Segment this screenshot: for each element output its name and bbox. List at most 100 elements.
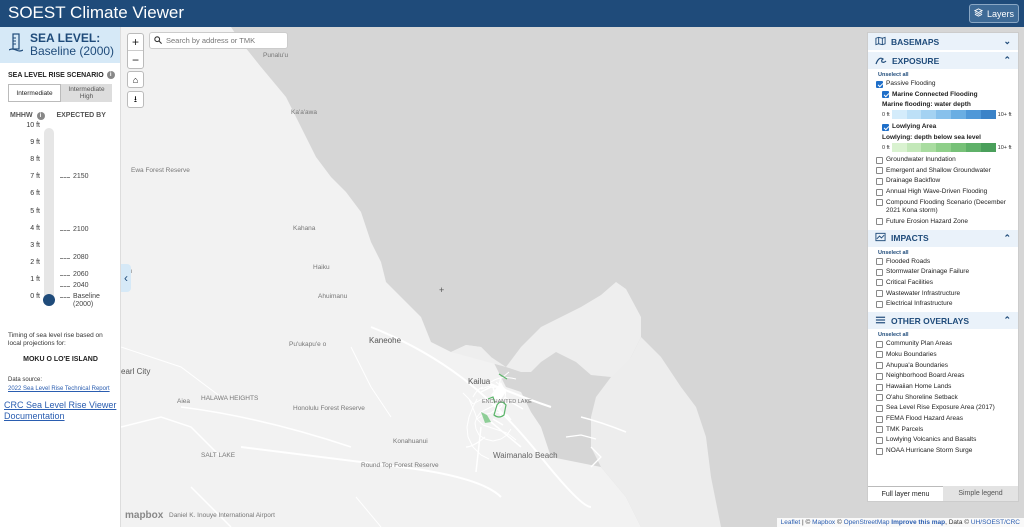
sea-level-tick[interactable]: 9 ft (12, 139, 40, 146)
tab-full-layer-menu[interactable]: Full layer menu (868, 486, 943, 501)
sea-level-tick[interactable]: 1 ft (12, 276, 40, 283)
info-icon[interactable]: i (36, 112, 45, 120)
layer-item[interactable]: Lowlying Volcanics and Basalts (876, 436, 1018, 444)
checkbox[interactable] (882, 123, 889, 131)
tab-simple-legend[interactable]: Simple legend (943, 486, 1018, 501)
year-marker[interactable]: 2100 (60, 226, 89, 233)
sea-level-tick[interactable]: 10 ft (12, 122, 40, 129)
sea-level-tick[interactable]: 5 ft (12, 208, 40, 215)
checkbox[interactable] (876, 279, 883, 287)
checkbox[interactable] (876, 383, 883, 391)
search-input[interactable]: Search by address or TMK (166, 36, 255, 45)
basemaps-header[interactable]: BASEMAPS ⌄ (868, 33, 1018, 50)
layer-item[interactable]: Moku Boundaries (876, 351, 1018, 359)
checkbox[interactable] (876, 415, 883, 423)
checkbox[interactable] (876, 447, 883, 455)
layer-item[interactable]: Community Plan Areas (876, 340, 1018, 348)
layer-item[interactable]: Neighborhood Board Areas (876, 372, 1018, 380)
sea-level-tick[interactable]: 4 ft (12, 225, 40, 232)
osm-link[interactable]: OpenStreetMap (844, 519, 890, 526)
layer-item[interactable]: Future Erosion Hazard Zone (876, 218, 1018, 226)
sea-level-value: Baseline (2000) (30, 44, 115, 58)
sea-level-tick[interactable]: 6 ft (12, 190, 40, 197)
checkbox[interactable] (876, 394, 883, 402)
sea-level-tick[interactable]: 0 ft (12, 293, 40, 300)
sea-level-tick[interactable]: 2 ft (12, 259, 40, 266)
layer-item[interactable]: Wastewater Infrastructure (876, 290, 1018, 298)
layer-item[interactable]: Emergent and Shallow Groundwater (876, 167, 1018, 175)
year-marker[interactable]: 2150 (60, 173, 89, 180)
impacts-header[interactable]: IMPACTS ⌃ (868, 229, 1018, 247)
layer-item[interactable]: Ahupua'a Boundaries (876, 362, 1018, 370)
home-button[interactable]: ⌂ (127, 71, 144, 88)
year-marker[interactable]: 2060 (60, 271, 89, 278)
layer-item[interactable]: TMK Parcels (876, 426, 1018, 434)
checkbox[interactable] (876, 340, 883, 348)
checkbox[interactable] (876, 351, 883, 359)
layer-item[interactable]: O'ahu Shoreline Setback (876, 394, 1018, 402)
year-marker[interactable]: 2040 (60, 282, 89, 289)
tab-intermediate-high[interactable]: Intermediate High (61, 84, 112, 102)
slider-handle[interactable] (43, 294, 55, 306)
sea-level-slider[interactable]: 10 ft 9 ft 8 ft 7 ft 6 ft 5 ft 4 ft 3 ft 2 ft 1 f… (0, 122, 121, 310)
sea-level-tick[interactable]: 3 ft (12, 242, 40, 249)
layer-item[interactable]: Critical Facilities (876, 279, 1018, 287)
leaflet-link[interactable]: Leaflet (781, 519, 801, 526)
checkbox[interactable] (876, 404, 883, 412)
collapse-panel-button[interactable]: ‹ (121, 264, 131, 292)
search-box[interactable]: Search by address or TMK (149, 32, 288, 49)
unselect-all-link[interactable]: Unselect all (878, 250, 1018, 256)
checkbox[interactable] (876, 188, 883, 196)
checkbox[interactable] (876, 436, 883, 444)
layer-item[interactable]: Electrical Infrastructure (876, 300, 1018, 308)
unselect-all-link[interactable]: Unselect all (878, 72, 1018, 78)
improve-map-link[interactable]: Improve this map (891, 519, 945, 526)
checkbox[interactable] (882, 91, 889, 99)
zoom-out-button[interactable]: − (128, 51, 143, 68)
tab-intermediate[interactable]: Intermediate (8, 84, 61, 102)
info-icon[interactable]: i (106, 71, 115, 79)
checkbox[interactable] (876, 426, 883, 434)
documentation-link[interactable]: CRC Sea Level Rise Viewer Documentation (4, 400, 120, 422)
layer-item[interactable]: Sea Level Rise Exposure Area (2017) (876, 404, 1018, 412)
layer-item[interactable]: Flooded Roads (876, 258, 1018, 266)
checkbox[interactable] (876, 290, 883, 298)
layer-item-passive-flooding[interactable]: Passive Flooding (876, 80, 1018, 88)
sea-level-tick[interactable]: 7 ft (12, 173, 40, 180)
layer-item[interactable]: Groundwater Inundation (876, 156, 1018, 164)
download-button[interactable]: ⭳ (127, 91, 144, 108)
checkbox[interactable] (876, 177, 883, 185)
sea-level-tick[interactable]: 8 ft (12, 156, 40, 163)
checkbox[interactable] (876, 268, 883, 276)
overlays-header[interactable]: OTHER OVERLAYS ⌃ (868, 312, 1018, 330)
checkbox[interactable] (876, 199, 883, 207)
checkbox[interactable] (876, 156, 883, 164)
layers-button[interactable]: Layers (969, 4, 1019, 23)
checkbox[interactable] (876, 258, 883, 265)
layer-item-lowlying[interactable]: Lowlying Area (882, 123, 1018, 131)
lowlying-legend: 0 ft 10+ ft (882, 143, 1018, 153)
data-source-link[interactable]: 2022 Sea Level Rise Technical Report (8, 386, 110, 392)
zoom-in-button[interactable]: + (128, 34, 143, 51)
layer-item[interactable]: Stormwater Drainage Failure (876, 268, 1018, 276)
year-marker[interactable]: 2080 (60, 254, 89, 261)
slider-track[interactable] (44, 128, 54, 300)
checkbox[interactable] (876, 80, 883, 88)
layer-item-marine-flooding[interactable]: Marine Connected Flooding (882, 91, 1018, 99)
layer-item[interactable]: Compound Flooding Scenario (December 202… (876, 199, 1018, 215)
checkbox[interactable] (876, 218, 883, 225)
checkbox[interactable] (876, 362, 883, 370)
checkbox[interactable] (876, 167, 883, 175)
year-marker[interactable]: Baseline (2000) (60, 293, 103, 309)
exposure-header[interactable]: EXPOSURE ⌃ (868, 52, 1018, 69)
crc-link[interactable]: UH/SOEST/CRC (971, 519, 1020, 526)
layer-item[interactable]: Hawaiian Home Lands (876, 383, 1018, 391)
layer-item[interactable]: NOAA Hurricane Storm Surge (876, 447, 1018, 455)
unselect-all-link[interactable]: Unselect all (878, 332, 1018, 338)
checkbox[interactable] (876, 372, 883, 380)
mapbox-link[interactable]: Mapbox (812, 519, 835, 526)
layer-item[interactable]: Drainage Backflow (876, 177, 1018, 185)
layer-item[interactable]: Annual High Wave-Driven Flooding (876, 188, 1018, 196)
checkbox[interactable] (876, 300, 883, 308)
layer-item[interactable]: FEMA Flood Hazard Areas (876, 415, 1018, 423)
